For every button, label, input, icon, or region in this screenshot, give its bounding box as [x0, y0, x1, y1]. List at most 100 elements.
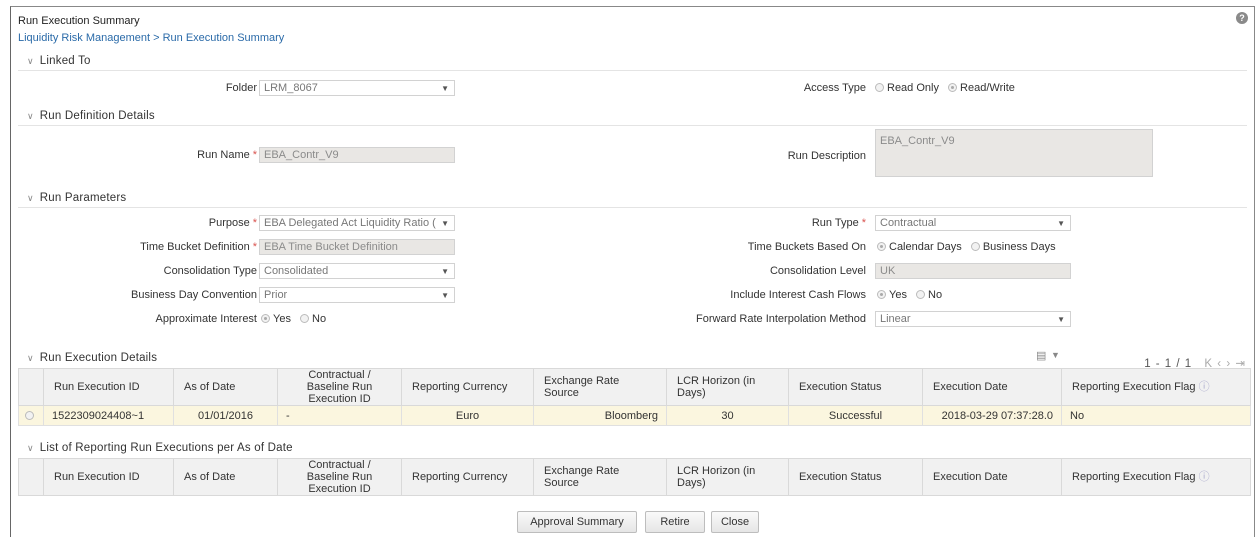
cell-as-of-date: 01/01/2016: [173, 405, 278, 426]
tb-calendar-days-option[interactable]: Calendar Days: [877, 241, 962, 253]
chevron-down-icon: ▼: [441, 84, 449, 93]
tb-based-on-label: Time Buckets Based On: [747, 241, 866, 253]
column-header[interactable]: Run Execution ID: [43, 458, 174, 496]
radio-selected-icon: [948, 83, 958, 92]
chevron-down-icon: ∨: [27, 111, 34, 121]
radio-icon: [970, 242, 980, 251]
approval-summary-button[interactable]: Approval Summary: [517, 511, 637, 533]
fwd-rate-select[interactable]: Linear ▼: [875, 311, 1071, 327]
purpose-select[interactable]: EBA Delegated Act Liquidity Ratio (▼: [259, 215, 455, 231]
row-select-radio[interactable]: [18, 405, 44, 426]
section-run-definition[interactable]: ∨ Run Definition Details: [27, 110, 155, 122]
time-bucket-field[interactable]: EBA Time Bucket Definition: [259, 239, 455, 255]
filter-icon[interactable]: ▼: [1051, 350, 1060, 360]
access-type-label: Access Type: [803, 82, 866, 94]
include-interest-yes[interactable]: Yes: [877, 289, 907, 301]
column-header[interactable]: Contractual / Baseline Run Execution ID: [277, 458, 402, 496]
column-header[interactable]: Execution Status: [788, 368, 923, 406]
section-reporting-runs[interactable]: ∨ List of Reporting Run Executions per As…: [27, 442, 293, 454]
column-header[interactable]: Reporting Currency: [401, 368, 534, 406]
column-header[interactable]: Execution Date: [922, 458, 1062, 496]
cell-reporting-currency: Euro: [401, 405, 534, 426]
reporting-runs-table: Run Execution ID As of Date Contractual …: [18, 458, 1251, 496]
run-description-field[interactable]: EBA_Contr_V9: [875, 129, 1153, 177]
consolidation-level-field[interactable]: UK: [875, 263, 1071, 279]
approx-interest-yes[interactable]: Yes: [261, 313, 291, 325]
export-icon[interactable]: ▤: [1036, 349, 1046, 362]
info-icon: ⓘ: [1198, 381, 1210, 393]
column-header[interactable]: Contractual / Baseline Run Execution ID: [277, 368, 402, 406]
main-panel: Run Execution Summary Liquidity Risk Man…: [10, 6, 1255, 537]
run-name-field[interactable]: EBA_Contr_V9: [259, 147, 455, 163]
cell-reporting-flag: No: [1061, 405, 1251, 426]
column-header[interactable]: As of Date: [173, 458, 278, 496]
run-type-select[interactable]: Contractual ▼: [875, 215, 1071, 231]
close-button[interactable]: Close: [711, 511, 759, 533]
include-interest-label: Include Interest Cash Flows: [730, 289, 866, 301]
select-column-header: [18, 368, 44, 406]
section-run-execution[interactable]: ∨ Run Execution Details: [27, 352, 157, 364]
column-header[interactable]: Reporting Currency: [401, 458, 534, 496]
approx-interest-label: Approximate Interest: [155, 313, 258, 325]
chevron-down-icon: ▼: [441, 219, 449, 228]
cell-execution-date: 2018-03-29 07:37:28.0: [922, 405, 1062, 426]
radio-icon: [300, 314, 310, 323]
folder-select[interactable]: LRM_8067 ▼: [259, 80, 455, 96]
run-execution-table: Run Execution ID As of Date Contractual …: [18, 368, 1251, 426]
fwd-rate-label: Forward Rate Interpolation Method: [696, 313, 866, 325]
column-header[interactable]: Execution Date: [922, 368, 1062, 406]
cell-execution-status: Successful: [788, 405, 923, 426]
retire-button[interactable]: Retire: [645, 511, 705, 533]
column-header[interactable]: Exchange Rate Source: [533, 458, 667, 496]
column-header[interactable]: Reporting Execution Flag ⓘ: [1061, 458, 1251, 496]
column-header[interactable]: LCR Horizon (in Days): [666, 368, 789, 406]
chevron-down-icon: ∨: [27, 193, 34, 203]
cell-baseline-id: -: [277, 405, 402, 426]
run-type-label: Run Type *: [811, 217, 866, 229]
bdc-select[interactable]: Prior ▼: [259, 287, 455, 303]
run-description-label: Run Description: [787, 150, 866, 162]
chevron-down-icon: ▼: [1057, 315, 1065, 324]
chevron-down-icon: ∨: [27, 56, 34, 66]
chevron-down-icon: ∨: [27, 353, 34, 363]
table-header-row: Run Execution ID As of Date Contractual …: [18, 458, 1251, 496]
include-interest-radio-group[interactable]: Yes No: [877, 289, 948, 301]
approx-interest-no[interactable]: No: [300, 313, 326, 325]
breadcrumb[interactable]: Liquidity Risk Management > Run Executio…: [18, 32, 284, 44]
column-header[interactable]: LCR Horizon (in Days): [666, 458, 789, 496]
bdc-label: Business Day Convention: [131, 289, 257, 301]
table-header-row: Run Execution ID As of Date Contractual …: [18, 368, 1251, 406]
consolidation-type-label: Consolidation Type: [163, 265, 257, 277]
access-type-radio-group[interactable]: Read Only Read/Write: [875, 82, 1021, 94]
include-interest-no[interactable]: No: [916, 289, 942, 301]
radio-selected-icon: [877, 290, 886, 299]
help-icon[interactable]: ?: [1236, 12, 1248, 24]
cell-lcr-horizon: 30: [666, 405, 789, 426]
page-title: Run Execution Summary: [18, 15, 140, 27]
consolidation-type-select[interactable]: Consolidated ▼: [259, 263, 455, 279]
tb-business-days-option[interactable]: Business Days: [970, 241, 1056, 253]
table-row[interactable]: 1522309024408~1 01/01/2016 - Euro Bloomb…: [18, 405, 1251, 426]
time-bucket-label: Time Bucket Definition *: [140, 241, 257, 253]
radio-selected-icon: [877, 242, 886, 251]
chevron-down-icon: ∨: [27, 443, 34, 453]
column-header[interactable]: Exchange Rate Source: [533, 368, 667, 406]
chevron-down-icon: ▼: [1057, 219, 1065, 228]
column-header[interactable]: Execution Status: [788, 458, 923, 496]
radio-icon: [25, 410, 34, 420]
radio-icon: [916, 290, 926, 299]
cell-run-execution-id: 1522309024408~1: [43, 405, 174, 426]
section-linked-to[interactable]: ∨ Linked To: [27, 55, 91, 67]
section-run-parameters[interactable]: ∨ Run Parameters: [27, 192, 126, 204]
purpose-label: Purpose *: [208, 217, 257, 229]
access-read-write-option[interactable]: Read/Write: [948, 82, 1015, 94]
tb-based-on-radio-group[interactable]: Calendar Days Business Days: [877, 241, 1062, 253]
column-header[interactable]: Reporting Execution Flag ⓘ: [1061, 368, 1251, 406]
access-read-only-option[interactable]: Read Only: [875, 82, 939, 94]
run-name-label: Run Name *: [197, 149, 257, 161]
column-header[interactable]: As of Date: [173, 368, 278, 406]
cell-exchange-rate-source: Bloomberg: [533, 405, 667, 426]
column-header[interactable]: Run Execution ID: [43, 368, 174, 406]
approx-interest-radio-group[interactable]: Yes No: [261, 313, 332, 325]
chevron-down-icon: ▼: [441, 291, 449, 300]
